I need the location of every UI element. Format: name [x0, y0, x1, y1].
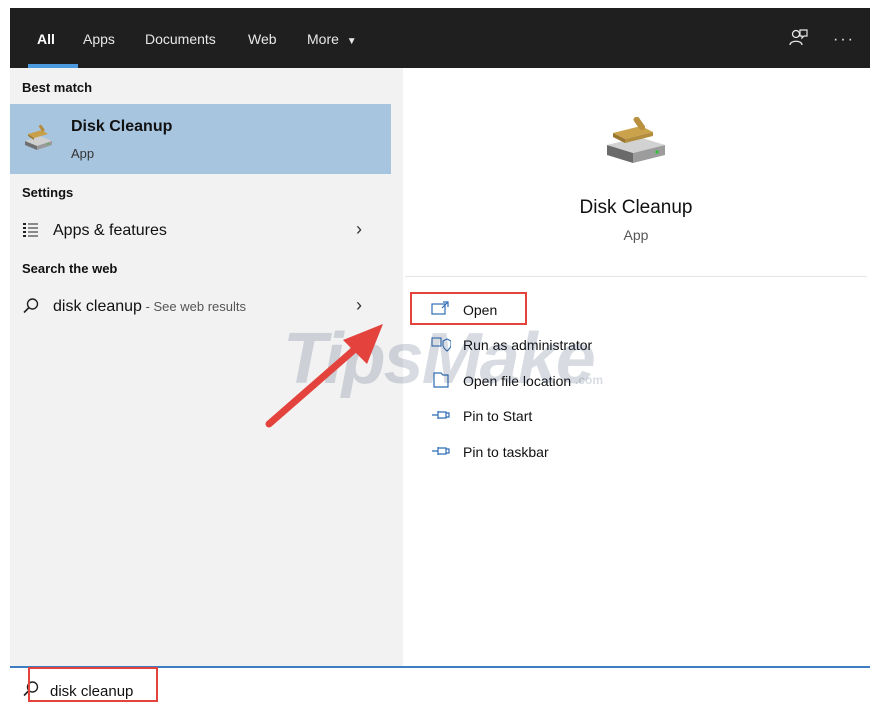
section-settings: Settings: [22, 185, 74, 200]
action-label: Open file location: [463, 373, 572, 389]
best-match-subtitle: App: [71, 146, 95, 161]
section-best-match: Best match: [22, 80, 93, 95]
chevron-right-icon[interactable]: ›: [356, 219, 362, 240]
web-result-suffix: - See web results: [141, 299, 246, 314]
tab-apps[interactable]: Apps: [83, 30, 115, 48]
action-list: Open Run as administrator Open file loca…: [405, 277, 867, 666]
section-search-web: Search the web: [22, 261, 118, 276]
best-match-title: Disk Cleanup: [71, 118, 173, 135]
disk-cleanup-icon: [607, 117, 665, 163]
results-list: Best match Disk Cleanup App Settings App…: [10, 68, 403, 666]
caret-down-icon: ▼: [346, 36, 357, 47]
chevron-right-icon[interactable]: ›: [356, 295, 362, 316]
tab-documents[interactable]: Documents: [145, 30, 216, 48]
tab-more[interactable]: More ▼: [307, 30, 357, 48]
search-highlight-box: [28, 667, 158, 702]
start-search-window: All Apps Documents Web More ▼ ··· Best m…: [0, 0, 870, 711]
action-label: Pin to taskbar: [463, 444, 549, 460]
tab-all[interactable]: All: [37, 30, 55, 48]
apps-features-icon: [22, 221, 40, 239]
detail-title: Disk Cleanup: [579, 197, 693, 218]
more-options-icon[interactable]: ···: [832, 28, 856, 52]
web-result-query: disk cleanup: [53, 298, 142, 315]
tab-web[interactable]: Web: [248, 30, 277, 48]
folder-icon: [431, 371, 451, 389]
detail-pane: Disk Cleanup App Open Run as administrat…: [405, 80, 867, 666]
best-match-item[interactable]: Disk Cleanup App: [10, 104, 391, 174]
detail-subtitle: App: [623, 227, 649, 243]
action-label: Pin to Start: [463, 408, 533, 424]
action-label: Run as administrator: [463, 337, 593, 353]
disk-cleanup-icon: [25, 124, 52, 150]
search-icon: [22, 297, 40, 315]
search-scope-tabs: All Apps Documents Web More ▼ ···: [10, 8, 870, 68]
pin-icon: [431, 442, 451, 460]
tab-more-label: More: [307, 31, 339, 47]
shield-icon: [431, 335, 452, 353]
web-result-label: disk cleanup - See web results: [53, 298, 246, 316]
feedback-icon[interactable]: [786, 28, 810, 52]
settings-item-label: Apps & features: [53, 222, 167, 239]
open-highlight-box: [410, 292, 527, 325]
settings-item-apps-features[interactable]: Apps & features ›: [10, 213, 391, 249]
pin-icon: [431, 406, 451, 424]
web-result-item[interactable]: disk cleanup - See web results ›: [10, 289, 391, 325]
detail-header: Disk Cleanup App: [405, 80, 867, 277]
